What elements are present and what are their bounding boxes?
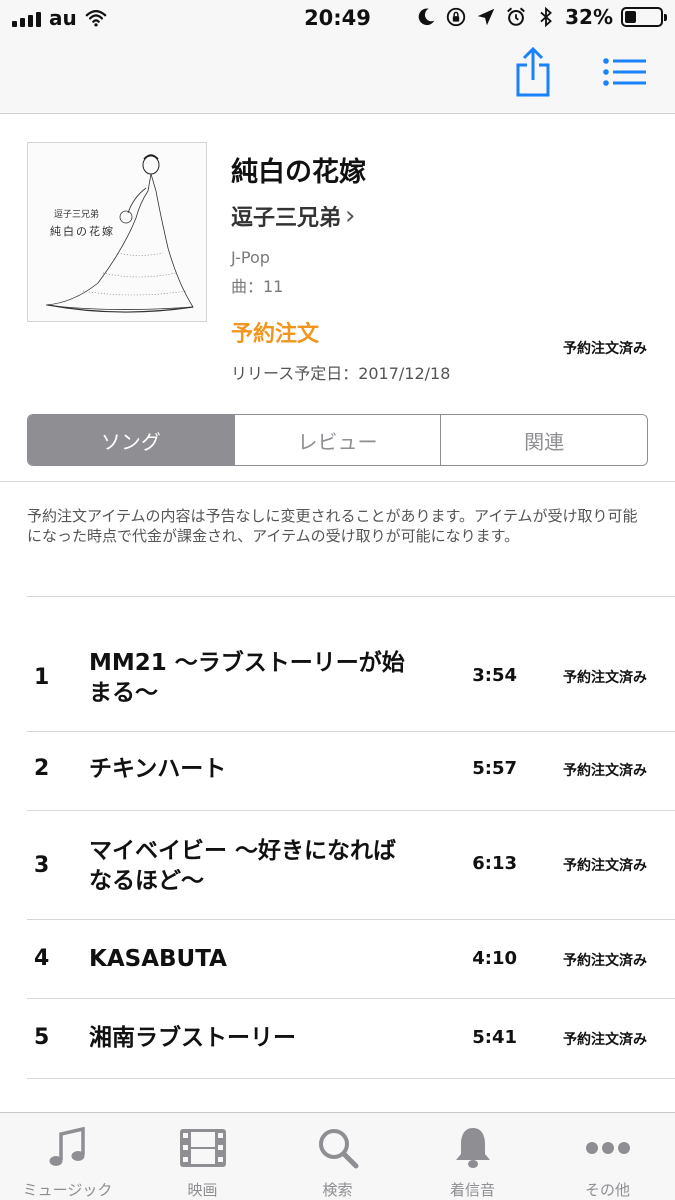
tab-search[interactable]: 検索 xyxy=(270,1113,405,1200)
more-icon xyxy=(583,1123,633,1173)
tab-ringtones[interactable]: 着信音 xyxy=(405,1113,540,1200)
location-icon xyxy=(477,8,495,26)
track-status: 予約注文済み xyxy=(563,953,647,969)
tab-label: 映画 xyxy=(187,1181,218,1199)
track-title: チキンハート xyxy=(89,756,227,782)
track-row[interactable]: 3 マイベイビー 〜好きになればなるほど〜 6:13 予約注文済み xyxy=(0,811,675,919)
tab-related[interactable]: 関連 xyxy=(441,415,647,465)
rotation-lock-icon xyxy=(446,7,466,27)
music-note-icon xyxy=(43,1123,93,1173)
track-row[interactable]: 5 湘南ラブストーリー 5:41 予約注文済み xyxy=(0,999,675,1077)
track-status: 予約注文済み xyxy=(563,670,647,686)
tab-movies[interactable]: 映画 xyxy=(135,1113,270,1200)
up-next-list-button[interactable] xyxy=(600,44,650,100)
track-duration: 5:57 xyxy=(472,758,517,779)
battery-fill xyxy=(625,11,636,23)
bluetooth-icon xyxy=(540,6,553,28)
track-number: 4 xyxy=(34,946,50,971)
moon-icon xyxy=(418,8,435,26)
track-status: 予約注文済み xyxy=(563,1032,647,1048)
genre-label: J-Pop xyxy=(231,248,270,267)
artist-link[interactable]: 逗子三兄弟 › xyxy=(231,200,355,232)
tab-reviews[interactable]: レビュー xyxy=(234,415,442,465)
track-number: 1 xyxy=(34,665,50,690)
chevron-right-icon: › xyxy=(345,201,356,231)
navigation-bar xyxy=(0,40,675,114)
segmented-control: ソング レビュー 関連 xyxy=(27,414,648,466)
track-duration: 4:10 xyxy=(472,948,517,969)
track-row[interactable]: 2 チキンハート 5:57 予約注文済み xyxy=(0,732,675,810)
share-button[interactable] xyxy=(508,44,558,100)
track-status: 予約注文済み xyxy=(563,858,647,874)
tab-label: 検索 xyxy=(322,1181,353,1199)
track-row[interactable]: 4 KASABUTA 4:10 予約注文済み xyxy=(0,920,675,998)
share-icon xyxy=(516,46,550,97)
track-duration: 5:41 xyxy=(472,1027,517,1048)
tab-more[interactable]: その他 xyxy=(540,1113,675,1200)
battery-percent: 32% xyxy=(565,5,613,29)
tab-label: 着信音 xyxy=(449,1181,495,1199)
track-duration: 6:13 xyxy=(472,853,517,874)
track-number: 2 xyxy=(34,756,50,781)
status-bar: au 20:49 32% xyxy=(0,0,675,40)
tab-songs[interactable]: ソング xyxy=(28,415,235,465)
status-right: 32% xyxy=(415,5,667,29)
search-icon xyxy=(313,1123,363,1173)
tab-music[interactable]: ミュージック xyxy=(0,1113,135,1200)
bell-icon xyxy=(448,1123,498,1173)
album-art-title: 純白の花嫁 xyxy=(50,225,115,238)
track-duration: 3:54 xyxy=(472,665,517,686)
track-number: 3 xyxy=(34,853,50,878)
artist-name: 逗子三兄弟 xyxy=(231,206,342,231)
alarm-icon xyxy=(507,7,526,26)
preorder-label: 予約注文 xyxy=(231,322,320,347)
track-title: 湘南ラブストーリー xyxy=(89,1025,296,1051)
album-artwork: 逗子三兄弟 純白の花嫁 xyxy=(27,142,207,322)
row-separator xyxy=(27,1078,675,1079)
album-art-artist: 逗子三兄弟 xyxy=(54,210,100,220)
release-date: リリース予定日：2017/12/18 xyxy=(231,364,451,383)
track-status: 予約注文済み xyxy=(563,763,647,779)
tab-label: ミュージック xyxy=(22,1181,113,1199)
list-icon xyxy=(603,58,646,86)
section-divider xyxy=(0,481,675,482)
film-icon xyxy=(178,1123,228,1173)
album-preordered-status: 予約注文済み xyxy=(563,341,647,357)
track-title: KASABUTA xyxy=(89,946,227,972)
track-number: 5 xyxy=(34,1025,50,1050)
track-title: MM21 〜ラブストーリーが始まる〜 xyxy=(89,650,405,706)
track-count: 曲：11 xyxy=(231,277,284,296)
track-row[interactable]: 1 MM21 〜ラブストーリーが始まる〜 3:54 予約注文済み xyxy=(0,597,675,731)
tab-label: その他 xyxy=(584,1181,630,1199)
tab-bar: ミュージック 映画 検索 着信音 その他 xyxy=(0,1112,675,1200)
track-title: マイベイビー 〜好きになればなるほど〜 xyxy=(89,838,397,894)
album-title: 純白の花嫁 xyxy=(231,157,366,188)
battery-icon xyxy=(621,7,667,27)
preorder-notice: 予約注文アイテムの内容は予告なしに変更されることがあります。アイテムが受け取り可… xyxy=(27,507,638,545)
